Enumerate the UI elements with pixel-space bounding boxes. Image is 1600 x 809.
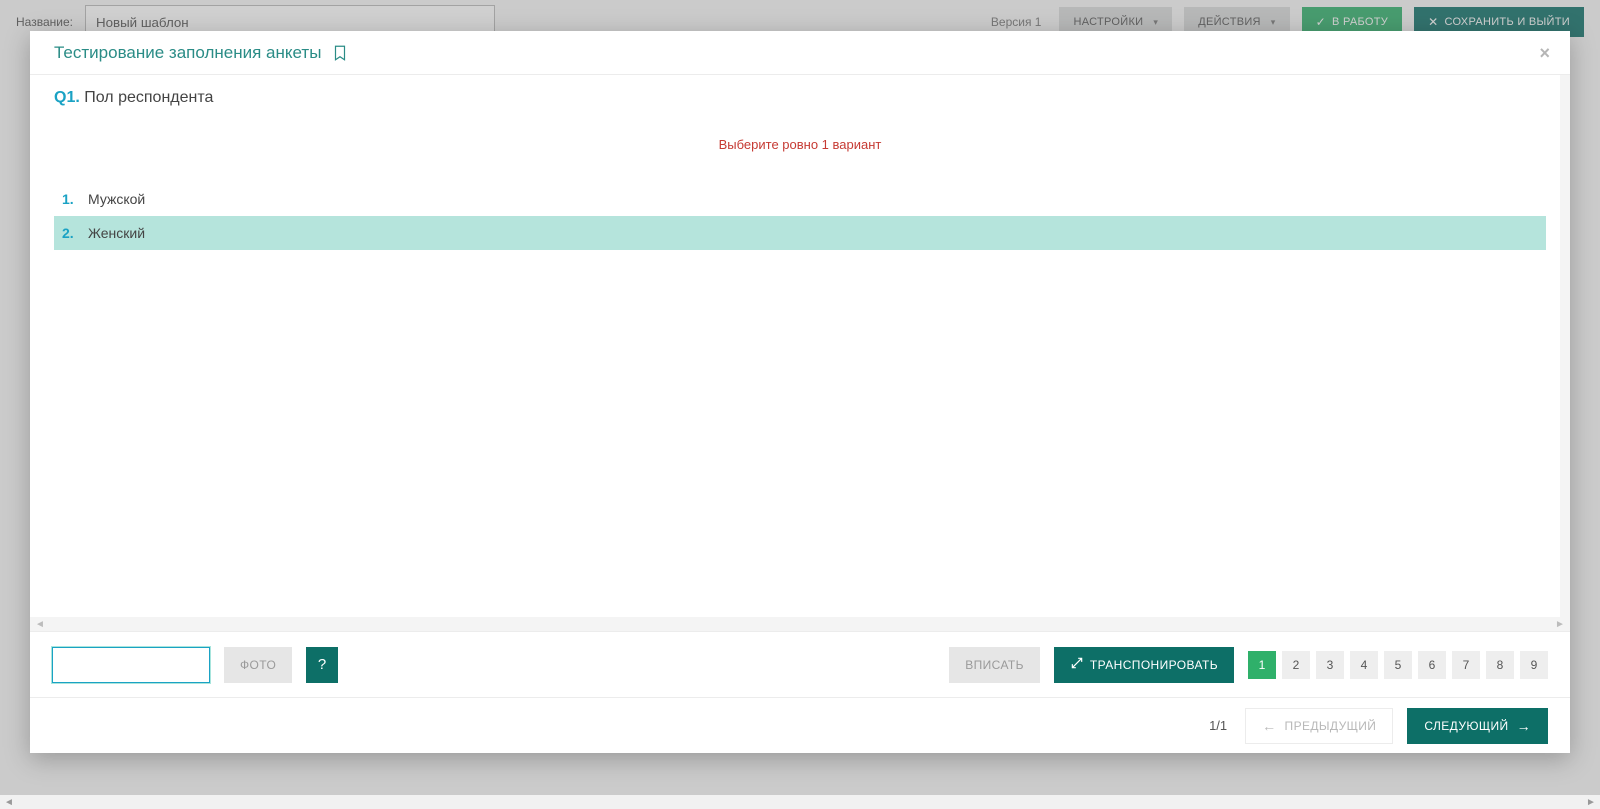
question-text: Пол респондента [84, 89, 213, 106]
scroll-right-icon[interactable]: ► [1554, 619, 1566, 630]
pager-button-7[interactable]: 7 [1452, 651, 1480, 679]
fit-button-label: ВПИСАТЬ [965, 658, 1024, 672]
pager-button-3[interactable]: 3 [1316, 651, 1344, 679]
scroll-left-icon[interactable]: ◄ [34, 619, 46, 630]
pager-button-8[interactable]: 8 [1486, 651, 1514, 679]
question-code: Q1. [54, 89, 80, 106]
prev-button-label: ПРЕДЫДУЩИЙ [1285, 719, 1377, 733]
modal-dialog: Тестирование заполнения анкеты × Q1. Пол… [30, 31, 1570, 753]
arrow-right-icon: → [1517, 718, 1531, 734]
option-label: Мужской [88, 191, 145, 207]
pager-button-1[interactable]: 1 [1248, 651, 1276, 679]
scroll-left-icon[interactable]: ◄ [2, 797, 16, 808]
help-button[interactable]: ? [306, 647, 338, 683]
toolbar: ФОТО ? ВПИСАТЬ ТРАНСПОНИРОВАТЬ 123456789 [30, 631, 1570, 697]
option-item[interactable]: 1.Мужской [54, 182, 1546, 216]
page-indicator: 1/1 [1209, 718, 1227, 733]
modal-title: Тестирование заполнения анкеты [54, 43, 321, 63]
scroll-right-icon[interactable]: ► [1584, 797, 1598, 808]
next-button[interactable]: СЛЕДУЮЩИЙ → [1407, 708, 1548, 744]
validation-message: Выберите ровно 1 вариант [54, 137, 1546, 152]
pager: 123456789 [1248, 651, 1548, 679]
modal-body-scroll[interactable]: Q1. Пол респондента Выберите ровно 1 вар… [54, 89, 1546, 603]
modal-body: Q1. Пол респондента Выберите ровно 1 вар… [30, 75, 1570, 617]
transpose-button-label: ТРАНСПОНИРОВАТЬ [1090, 658, 1218, 672]
bookmark-icon[interactable] [331, 44, 349, 62]
modal-footer: 1/1 ← ПРЕДЫДУЩИЙ СЛЕДУЮЩИЙ → [30, 697, 1570, 753]
option-list: 1.Мужской2.Женский [54, 182, 1546, 250]
photo-button[interactable]: ФОТО [224, 647, 292, 683]
photo-button-label: ФОТО [240, 658, 276, 672]
pager-button-6[interactable]: 6 [1418, 651, 1446, 679]
fit-button[interactable]: ВПИСАТЬ [949, 647, 1040, 683]
option-number: 1. [62, 191, 88, 207]
option-number: 2. [62, 225, 88, 241]
prev-button[interactable]: ← ПРЕДЫДУЩИЙ [1245, 708, 1393, 744]
modal-header: Тестирование заполнения анкеты × [30, 31, 1570, 75]
help-button-label: ? [318, 656, 327, 673]
question-header: Q1. Пол респондента [54, 89, 1546, 107]
modal-close-button[interactable]: × [1533, 41, 1556, 66]
pager-button-2[interactable]: 2 [1282, 651, 1310, 679]
option-label: Женский [88, 225, 145, 241]
expand-icon [1070, 656, 1084, 673]
transpose-button[interactable]: ТРАНСПОНИРОВАТЬ [1054, 647, 1234, 683]
pager-button-9[interactable]: 9 [1520, 651, 1548, 679]
page-horizontal-scrollbar[interactable]: ◄ ► [0, 795, 1600, 809]
arrow-left-icon: ← [1262, 718, 1276, 734]
modal-horizontal-scrollbar[interactable]: ◄ ► [30, 617, 1570, 631]
option-item[interactable]: 2.Женский [54, 216, 1546, 250]
answer-input[interactable] [52, 647, 210, 683]
next-button-label: СЛЕДУЮЩИЙ [1424, 719, 1508, 733]
pager-button-4[interactable]: 4 [1350, 651, 1378, 679]
pager-button-5[interactable]: 5 [1384, 651, 1412, 679]
